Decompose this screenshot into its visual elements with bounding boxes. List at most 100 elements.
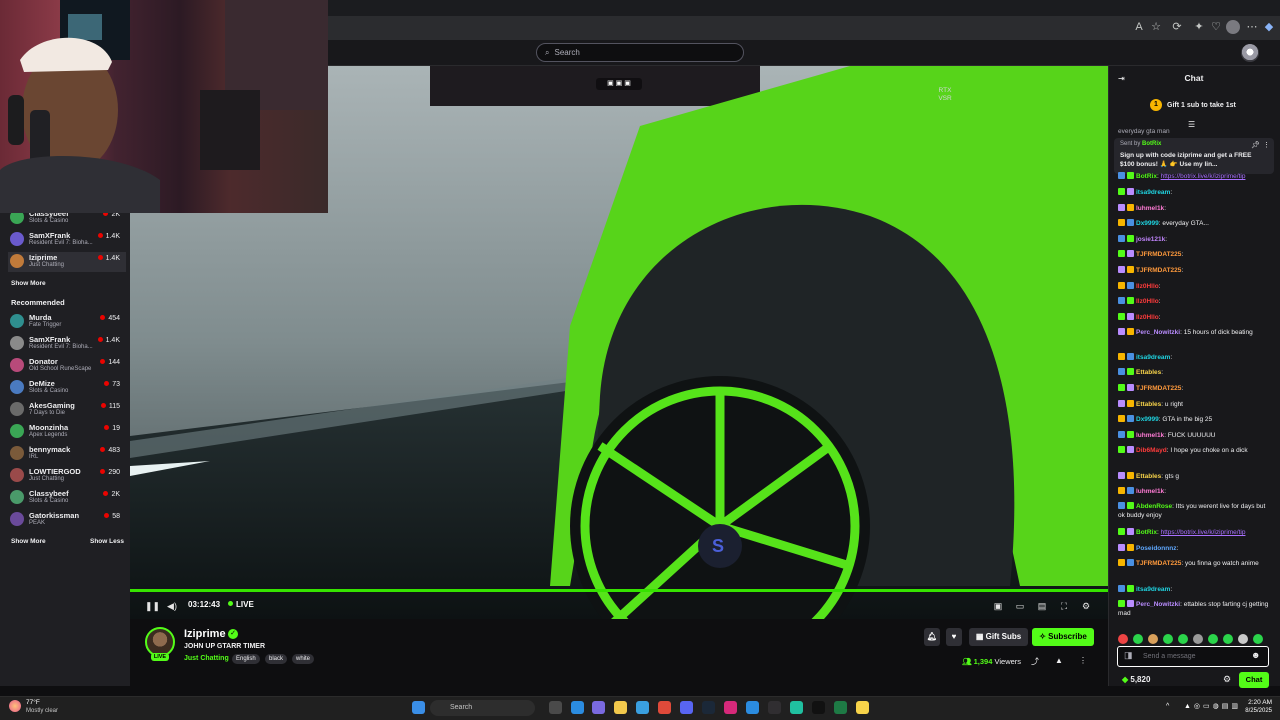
chat-send-button[interactable]: Chat <box>1239 672 1269 688</box>
start-icon[interactable] <box>412 701 425 714</box>
chat-username[interactable]: josie121k <box>1136 236 1165 243</box>
show-less-link[interactable]: Show Less <box>90 538 124 545</box>
more-options-icon[interactable]: ⋮ <box>1079 656 1087 665</box>
emote-icon[interactable] <box>1148 634 1158 644</box>
weather-icon[interactable] <box>9 700 21 712</box>
chat-message[interactable]: BotRix: https://botrix.live/k/iziprime/t… <box>1118 172 1272 181</box>
chat-username[interactable]: Ettables <box>1136 473 1161 480</box>
show-more-recommended-link[interactable]: Show More <box>11 538 46 545</box>
chat-username[interactable]: TJFRMDAT225 <box>1136 560 1181 567</box>
pause-icon[interactable]: ❚❚ <box>145 600 160 612</box>
chat-message[interactable]: BotRix: https://botrix.live/k/iziprime/t… <box>1118 528 1272 537</box>
instagram-icon[interactable] <box>724 701 737 714</box>
chat-message[interactable]: Poseidonnnz: <box>1118 544 1272 553</box>
chat-username[interactable]: TJFRMDAT225 <box>1136 251 1181 258</box>
sidebar-channel-item[interactable]: Gatorkissman PEAK 58 <box>8 510 126 530</box>
sidebar-channel-item[interactable]: Murda Fate Trigger 454 <box>8 312 126 332</box>
sidebar-channel-item[interactable]: Moonzinha Apex Legends 19 <box>8 422 126 442</box>
copilot-icon[interactable]: ◆ <box>1262 20 1276 34</box>
store-icon[interactable] <box>636 701 649 714</box>
extensions-2-icon[interactable]: ✦ <box>1192 20 1206 34</box>
chat-username[interactable]: TJFRMDAT225 <box>1136 267 1181 274</box>
emote-icon[interactable] <box>1133 634 1143 644</box>
sidebar-channel-item[interactable]: LOWTIERGOD Just Chatting 290 <box>8 466 126 486</box>
picture-tools-icon[interactable]: ▣ ▣ ▣ <box>596 78 642 90</box>
search-input[interactable]: ⌕ Search <box>536 43 744 62</box>
settings-gear-icon[interactable]: ⚙ <box>1080 600 1092 612</box>
sidebar-channel-item[interactable]: AkesGaming 7 Days to Die 115 <box>8 400 126 420</box>
chat-username[interactable]: Ilz0Hllo <box>1136 298 1159 305</box>
chat-username[interactable]: itsa9dream <box>1136 189 1170 196</box>
chat-message[interactable]: luhmel1k: <box>1118 487 1272 496</box>
volume-icon[interactable]: ◀) <box>166 600 178 612</box>
pip-icon[interactable]: ▤ <box>1036 600 1048 612</box>
emote-icon[interactable] <box>1238 634 1248 644</box>
emote-icon[interactable] <box>1178 634 1188 644</box>
chat-username[interactable]: luhmel1k <box>1136 205 1164 212</box>
fullscreen-icon[interactable]: ⛶ <box>1058 600 1070 612</box>
pinned-message[interactable]: Sent by BotRix Sign up with code iziprim… <box>1114 138 1274 174</box>
channel-points[interactable]: ◆ 5,820 <box>1122 675 1150 684</box>
chat-username[interactable]: Dx9999 <box>1136 220 1159 227</box>
sidebar-channel-item[interactable]: Donator Old School RuneScape 144 <box>8 356 126 376</box>
progress-bar[interactable] <box>130 589 1108 592</box>
translate-icon[interactable]: A <box>1132 20 1146 34</box>
tag-white[interactable]: white <box>292 654 315 664</box>
sticky-notes-icon[interactable] <box>856 701 869 714</box>
chat-message[interactable]: Ettables: u right <box>1118 400 1272 409</box>
chat-message[interactable]: Dx9999: GTA in the big 25 <box>1118 415 1272 424</box>
subscribe-button[interactable]: ✧ Subscribe <box>1032 628 1094 646</box>
chat-message[interactable]: Dx9999: everyday GTA... <box>1118 219 1272 228</box>
tag-english[interactable]: English <box>232 654 260 664</box>
chat-username[interactable]: Perc_Nowitzki <box>1136 601 1180 608</box>
profile-icon[interactable] <box>1226 20 1240 34</box>
share-icon[interactable]: ⤴ <box>1031 656 1039 667</box>
edge-icon[interactable] <box>571 701 584 714</box>
chat-username[interactable]: TJFRMDAT225 <box>1136 385 1181 392</box>
emote-icon[interactable] <box>1193 634 1203 644</box>
chat-username[interactable]: Dib6Mayd <box>1136 447 1167 454</box>
chat-username[interactable]: luhmel1k <box>1136 488 1164 495</box>
user-avatar[interactable] <box>1241 44 1259 62</box>
chat-message[interactable]: Ilz0Hllo: <box>1118 282 1272 291</box>
file-explorer-icon[interactable] <box>614 701 627 714</box>
tiktok-icon[interactable] <box>812 701 825 714</box>
chat-message[interactable]: itsa9dream: <box>1118 353 1272 362</box>
discord-icon[interactable] <box>680 701 693 714</box>
sidebar-channel-item[interactable]: bennymack IRL 483 <box>8 444 126 464</box>
bookmark-star-icon[interactable]: ☆ <box>1149 20 1163 34</box>
chat-username[interactable]: Dx9999 <box>1136 416 1159 423</box>
report-icon[interactable]: ▲ <box>1055 656 1063 665</box>
chat-text[interactable]: https://botrix.live/k/iziprime/tip <box>1161 173 1246 180</box>
chat-username[interactable]: AbdenRose <box>1136 503 1172 510</box>
chat-message[interactable]: Perc_Nowitzki: ettables stop farting cj … <box>1118 600 1272 618</box>
chat-username[interactable]: BotRix <box>1136 529 1157 536</box>
emote-icon[interactable] <box>1118 634 1128 644</box>
app-icon[interactable] <box>790 701 803 714</box>
chat-username[interactable]: luhmel1k <box>1136 432 1164 439</box>
chat-username[interactable]: Perc_Nowitzki <box>1136 329 1180 336</box>
steam-icon[interactable] <box>702 701 715 714</box>
gift-subs-button[interactable]: ▦ Gift Subs <box>969 628 1028 646</box>
theatre-mode-icon[interactable]: ▭ <box>1014 600 1026 612</box>
chat-username[interactable]: Ettables <box>1136 401 1161 408</box>
chat-username[interactable]: itsa9dream <box>1136 354 1170 361</box>
chat-badge-icon[interactable]: ◨ <box>1124 650 1133 661</box>
tray-status-icons[interactable]: ▲◎▭◍▤▥ <box>1184 702 1241 710</box>
follow-heart-icon[interactable]: ♥ <box>946 628 962 646</box>
chat-message[interactable]: Ettables: <box>1118 368 1272 377</box>
sidebar-channel-item[interactable]: DeMize Slots & Casino 73 <box>8 378 126 398</box>
chat-message[interactable]: Ilz0Hllo: <box>1118 297 1272 306</box>
menu-icon[interactable]: ⋯ <box>1245 20 1259 34</box>
streamer-name[interactable]: Iziprime <box>184 628 226 640</box>
tag-black[interactable]: black <box>265 654 288 664</box>
show-more-followed-link[interactable]: Show More <box>11 280 46 287</box>
chrome-icon[interactable] <box>658 701 671 714</box>
leaderboard-toggle-icon[interactable]: ☰ <box>1188 120 1195 129</box>
chat-message[interactable]: TJFRMDAT225: <box>1118 250 1272 259</box>
pinned-menu-icon[interactable]: ⋮ <box>1263 141 1270 149</box>
chat-username[interactable]: Poseidonnnz <box>1136 545 1176 552</box>
notification-bell-icon[interactable]: 🔔︎ <box>924 628 940 646</box>
sidebar-channel-item[interactable]: SamXFrank Resident Evil 7: Bioha... 1.4K <box>8 334 126 354</box>
chat-message[interactable]: josie121k: <box>1118 235 1272 244</box>
